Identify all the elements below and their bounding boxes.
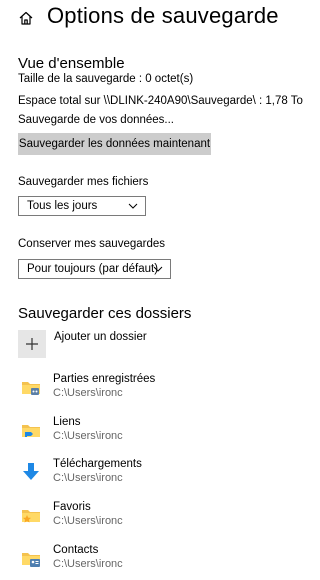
folder-item-downloads[interactable]: Téléchargements C:\Users\ironc [21, 458, 281, 492]
folder-path: C:\Users\ironc [53, 430, 123, 442]
frequency-select[interactable]: Tous les jours [18, 196, 146, 216]
frequency-label: Sauvegarder mes fichiers [18, 176, 149, 188]
retention-label: Conserver mes sauvegardes [18, 238, 166, 250]
chevron-down-icon [153, 266, 163, 272]
downloads-icon [23, 463, 39, 480]
folder-path: C:\Users\ironc [53, 472, 123, 484]
backup-now-button[interactable]: Sauvegarder les données maintenant [18, 133, 211, 155]
folder-name: Téléchargements [53, 458, 142, 470]
backup-size-text: Taille de la sauvegarde : 0 octet(s) [18, 73, 194, 85]
add-folder-button[interactable] [18, 330, 46, 358]
total-space-text: Espace total sur \\DLINK-240A90\Sauvegar… [18, 95, 303, 107]
add-folder-label[interactable]: Ajouter un dossier [54, 331, 147, 343]
folder-item-saved-games[interactable]: Parties enregistrées C:\Users\ironc [21, 373, 281, 407]
saved-games-folder-icon [22, 382, 40, 395]
backup-status-text: Sauvegarde de vos données... [18, 114, 175, 126]
frequency-selected-value: Tous les jours [27, 200, 98, 212]
folder-item-links[interactable]: Liens C:\Users\ironc [21, 416, 281, 450]
folder-path: C:\Users\ironc [53, 558, 123, 570]
favorites-folder-icon [22, 510, 40, 523]
folder-item-contacts[interactable]: Contacts C:\Users\ironc [21, 544, 281, 578]
home-icon[interactable] [18, 10, 34, 26]
links-folder-icon [22, 425, 40, 437]
folder-name: Liens [53, 416, 81, 428]
chevron-down-icon [128, 203, 138, 209]
folder-path: C:\Users\ironc [53, 387, 123, 399]
retention-selected-value: Pour toujours (par défaut) [27, 263, 159, 275]
folder-item-favorites[interactable]: Favoris C:\Users\ironc [21, 501, 281, 535]
folder-name: Parties enregistrées [53, 373, 156, 385]
folders-title: Sauvegarder ces dossiers [18, 305, 192, 322]
overview-title: Vue d'ensemble [18, 55, 125, 72]
retention-select[interactable]: Pour toujours (par défaut) [18, 259, 171, 279]
folder-name: Contacts [53, 544, 99, 556]
plus-icon [26, 338, 38, 350]
folder-path: C:\Users\ironc [53, 515, 123, 527]
folder-name: Favoris [53, 501, 91, 513]
page-title: Options de sauvegarde [47, 3, 279, 28]
contacts-folder-icon [22, 553, 40, 567]
